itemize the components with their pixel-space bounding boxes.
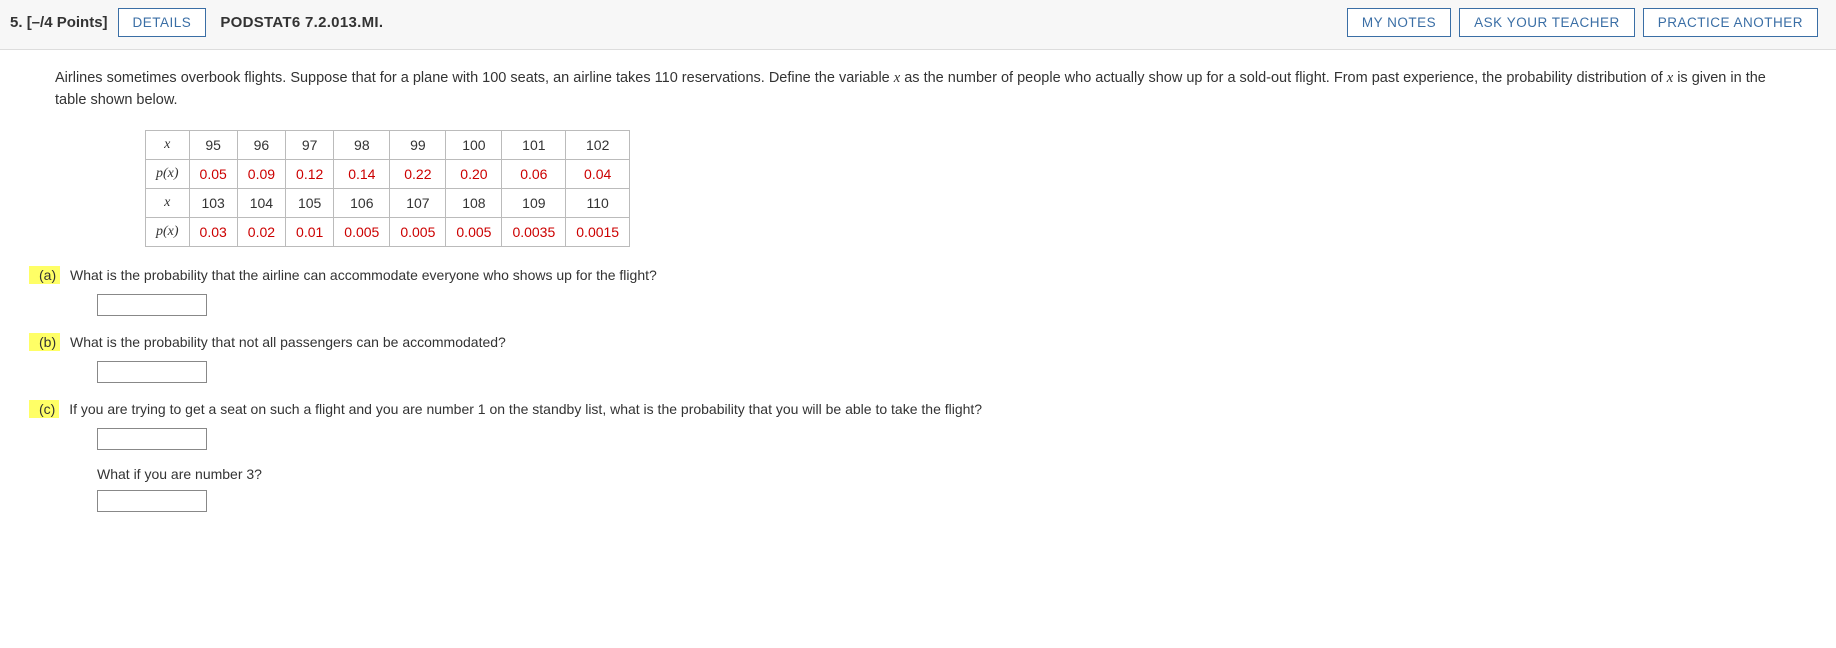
part-b: (b) What is the probability that not all…	[55, 332, 1796, 383]
x-cell: 108	[446, 188, 502, 217]
probability-table: x 95 96 97 98 99 100 101 102 p(x) 0.05 0…	[145, 130, 1796, 247]
p-cell: 0.09	[237, 159, 285, 188]
part-a-answer-input[interactable]	[97, 294, 207, 316]
x-cell: 101	[502, 130, 566, 159]
question-number: 5. [–/4 Points]	[10, 14, 108, 31]
p-cell: 0.14	[334, 159, 390, 188]
p-cell: 0.22	[390, 159, 446, 188]
x-cell: 104	[237, 188, 285, 217]
p-cell: 0.03	[189, 217, 237, 246]
part-b-answer-input[interactable]	[97, 361, 207, 383]
x-cell: 107	[390, 188, 446, 217]
p-cell: 0.0015	[566, 217, 630, 246]
problem-statement: Airlines sometimes overbook flights. Sup…	[55, 68, 1796, 112]
practice-another-button[interactable]: PRACTICE ANOTHER	[1643, 8, 1818, 37]
p-cell: 0.06	[502, 159, 566, 188]
part-a: (a) What is the probability that the air…	[55, 265, 1796, 316]
question-header: 5. [–/4 Points] DETAILS PODSTAT6 7.2.013…	[0, 0, 1836, 50]
p-cell: 0.12	[286, 159, 334, 188]
part-c-answer-input-1[interactable]	[97, 428, 207, 450]
px-header: p(x)	[146, 159, 190, 188]
part-c-text: If you are trying to get a seat on such …	[69, 401, 982, 417]
ask-teacher-button[interactable]: ASK YOUR TEACHER	[1459, 8, 1635, 37]
x-header: x	[146, 130, 190, 159]
p-cell: 0.01	[286, 217, 334, 246]
p-cell: 0.005	[446, 217, 502, 246]
details-button[interactable]: DETAILS	[118, 8, 207, 37]
part-c-subquestion: What if you are number 3?	[97, 466, 1796, 482]
x-cell: 110	[566, 188, 630, 217]
part-c-answer-input-2[interactable]	[97, 490, 207, 512]
x-cell: 102	[566, 130, 630, 159]
part-b-text: What is the probability that not all pas…	[70, 334, 506, 350]
p-cell: 0.04	[566, 159, 630, 188]
x-cell: 98	[334, 130, 390, 159]
x-header: x	[146, 188, 190, 217]
question-content: Airlines sometimes overbook flights. Sup…	[0, 50, 1836, 548]
x-cell: 96	[237, 130, 285, 159]
p-cell: 0.02	[237, 217, 285, 246]
part-b-label: (b)	[29, 333, 60, 351]
p-cell: 0.0035	[502, 217, 566, 246]
my-notes-button[interactable]: MY NOTES	[1347, 8, 1451, 37]
part-a-label: (a)	[29, 266, 60, 284]
p-cell: 0.20	[446, 159, 502, 188]
x-cell: 99	[390, 130, 446, 159]
x-cell: 105	[286, 188, 334, 217]
x-cell: 109	[502, 188, 566, 217]
x-cell: 95	[189, 130, 237, 159]
part-a-text: What is the probability that the airline…	[70, 267, 657, 283]
p-cell: 0.005	[390, 217, 446, 246]
x-cell: 106	[334, 188, 390, 217]
x-cell: 97	[286, 130, 334, 159]
source-label: PODSTAT6 7.2.013.MI.	[220, 14, 383, 31]
part-c: (c) If you are trying to get a seat on s…	[55, 399, 1796, 512]
x-cell: 100	[446, 130, 502, 159]
p-cell: 0.05	[189, 159, 237, 188]
p-cell: 0.005	[334, 217, 390, 246]
part-c-label: (c)	[29, 400, 59, 418]
x-cell: 103	[189, 188, 237, 217]
px-header: p(x)	[146, 217, 190, 246]
